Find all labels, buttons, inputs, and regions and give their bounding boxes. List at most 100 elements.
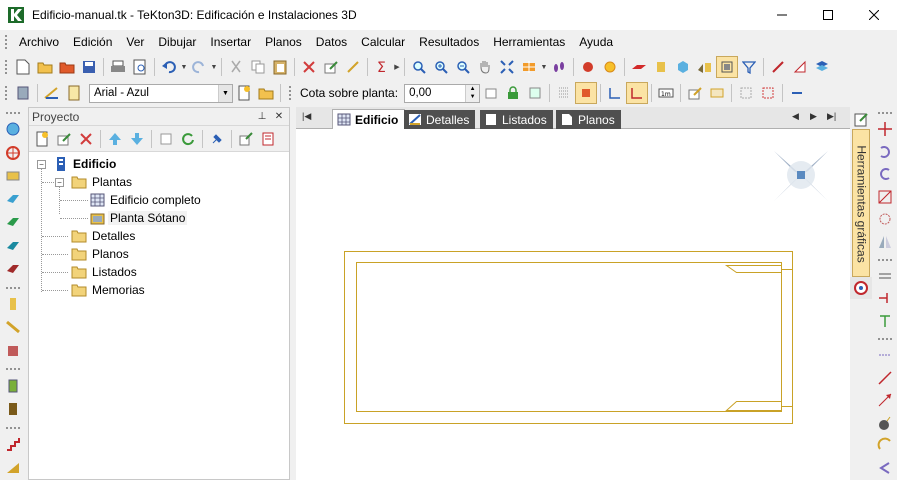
opening-top[interactable] — [724, 265, 793, 273]
pin-icon[interactable]: ⊥ — [255, 110, 269, 124]
paste-icon[interactable] — [269, 56, 291, 78]
ramp-icon[interactable] — [2, 457, 24, 478]
cut-icon[interactable] — [225, 56, 247, 78]
door-brown-icon[interactable] — [2, 398, 24, 419]
print-icon[interactable] — [107, 56, 129, 78]
toolbar-grip[interactable] — [877, 337, 893, 341]
move-up-icon[interactable] — [104, 128, 126, 150]
wall-blue-icon[interactable] — [2, 189, 24, 210]
menu-insertar[interactable]: Insertar — [203, 31, 258, 53]
toolbar-grip[interactable] — [5, 111, 21, 115]
cota-spinner[interactable]: ▲ ▼ — [465, 84, 480, 102]
wall-mixed-icon[interactable] — [694, 56, 716, 78]
chevron-down-icon[interactable]: ▼ — [218, 84, 232, 102]
arc-tool-icon[interactable] — [874, 435, 896, 456]
menu-edicion[interactable]: Edición — [66, 31, 119, 53]
triangle-tool-icon[interactable] — [789, 56, 811, 78]
zoom-in-icon[interactable] — [430, 56, 452, 78]
tab-planos[interactable]: Planos — [556, 110, 621, 129]
deselect-region-icon[interactable] — [757, 82, 779, 104]
delete-item-icon[interactable] — [75, 128, 97, 150]
style-folder-icon[interactable] — [255, 82, 277, 104]
snap-icon[interactable] — [575, 82, 598, 104]
toolbar-grip[interactable] — [5, 367, 21, 372]
grid-icon[interactable] — [553, 82, 575, 104]
stair-red-icon[interactable] — [2, 433, 24, 454]
brush-icon[interactable] — [342, 56, 364, 78]
scale-tool-icon[interactable] — [874, 186, 896, 207]
block-red-icon[interactable] — [2, 340, 24, 361]
ortho-icon[interactable] — [604, 82, 626, 104]
edit-icon[interactable] — [320, 56, 342, 78]
compass-icon[interactable] — [2, 119, 24, 140]
dimension-icon[interactable] — [874, 345, 896, 366]
tab-listados[interactable]: Listados — [480, 110, 553, 129]
tree-item-edificio[interactable]: − Edificio — [29, 155, 289, 173]
tree-item-detalles[interactable]: Detalles — [29, 227, 289, 245]
target-icon[interactable] — [2, 142, 24, 163]
tab-prev-icon[interactable]: ◀ — [792, 111, 799, 122]
note-icon[interactable] — [63, 82, 85, 104]
layers-icon[interactable] — [811, 56, 833, 78]
tab-last-icon[interactable]: ▶| — [827, 111, 836, 122]
opening-bottom[interactable] — [725, 401, 793, 411]
explode-icon[interactable] — [874, 209, 896, 230]
floors-icon[interactable] — [524, 82, 546, 104]
font-style-select[interactable]: Arial - Azul ▼ — [89, 83, 233, 103]
filter-icon[interactable] — [738, 56, 760, 78]
menu-resultados[interactable]: Resultados — [412, 31, 486, 53]
save-icon[interactable] — [78, 56, 100, 78]
scale-icon[interactable]: 1m — [655, 82, 677, 104]
new-file-icon[interactable] — [12, 56, 34, 78]
hatch-icon[interactable] — [706, 82, 728, 104]
new-style-icon[interactable] — [233, 82, 255, 104]
tab-edificio[interactable]: Edificio — [332, 109, 406, 129]
toolbar-grip[interactable] — [5, 285, 21, 290]
mirror-icon[interactable] — [874, 231, 896, 252]
wall-yellow-icon[interactable] — [650, 56, 672, 78]
menu-dibujar[interactable]: Dibujar — [151, 31, 203, 53]
undo-dropdown[interactable]: ▼ — [180, 56, 188, 78]
menu-ayuda[interactable]: Ayuda — [572, 31, 620, 53]
trim-icon[interactable] — [874, 311, 896, 332]
rotate-tool-icon[interactable] — [874, 141, 896, 162]
level-icon[interactable] — [480, 82, 502, 104]
pdf-icon[interactable] — [257, 128, 279, 150]
wall-teal-icon[interactable] — [2, 235, 24, 256]
toolbar-grip[interactable] — [877, 111, 893, 115]
tree-item-memorias[interactable]: Memorias — [29, 281, 289, 299]
duplicate-icon[interactable] — [155, 128, 177, 150]
menu-archivo[interactable]: Archivo — [12, 31, 66, 53]
open-recent-icon[interactable] — [56, 56, 78, 78]
sum-dropdown[interactable]: ▶ — [393, 56, 401, 78]
move-down-icon[interactable] — [126, 128, 148, 150]
outer-wall-outline[interactable] — [344, 251, 793, 424]
sum-icon[interactable]: Σ — [371, 56, 393, 78]
copy-icon[interactable] — [247, 56, 269, 78]
footprints-icon[interactable] — [548, 56, 570, 78]
view-compass-icon[interactable] — [774, 151, 828, 201]
back-arrow-icon[interactable] — [874, 457, 896, 478]
zoom-extents-icon[interactable] — [496, 56, 518, 78]
red-sphere-icon[interactable] — [577, 56, 599, 78]
close-icon[interactable]: ✕ — [272, 110, 286, 124]
properties-icon[interactable] — [850, 109, 872, 131]
select-region-icon[interactable] — [735, 82, 757, 104]
column-yellow-icon[interactable] — [2, 293, 24, 314]
menu-ver[interactable]: Ver — [119, 31, 151, 53]
menu-calcular[interactable]: Calcular — [354, 31, 412, 53]
toolbar-grip[interactable] — [288, 85, 292, 101]
menu-planos[interactable]: Planos — [258, 31, 309, 53]
tab-next-icon[interactable]: ▶ — [810, 111, 817, 122]
ortho-active-icon[interactable] — [626, 82, 649, 104]
toolbar-grip[interactable] — [4, 85, 8, 101]
sun-icon[interactable] — [599, 56, 621, 78]
pan-hand-icon[interactable] — [474, 56, 496, 78]
drawing-canvas[interactable] — [296, 129, 850, 480]
view-move-dropdown[interactable]: ▼ — [540, 56, 548, 78]
arrow-line-icon[interactable] — [874, 390, 896, 411]
menubar-grip[interactable] — [4, 34, 8, 50]
slab-red-icon[interactable] — [628, 56, 650, 78]
export-icon[interactable] — [235, 128, 257, 150]
pin-item-icon[interactable] — [206, 128, 228, 150]
